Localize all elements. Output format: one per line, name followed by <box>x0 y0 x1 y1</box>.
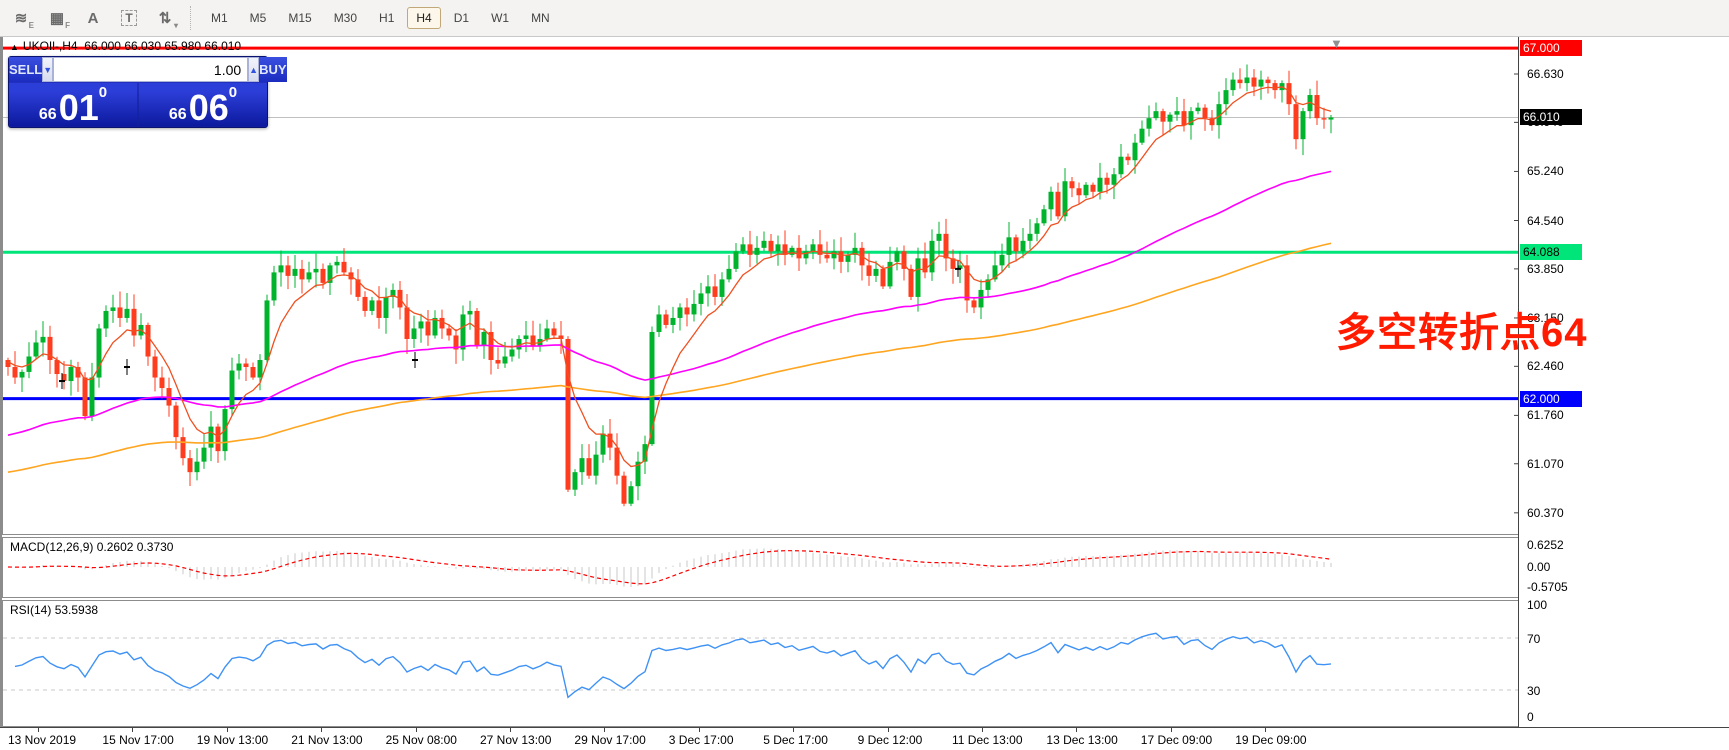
buy-button[interactable]: BUY <box>259 57 287 82</box>
time-axis-label: 5 Dec 17:00 <box>763 733 828 747</box>
toolbar-separator <box>190 6 192 30</box>
time-axis-label: 3 Dec 17:00 <box>668 733 734 747</box>
time-axis-label: 19 Nov 13:00 <box>196 733 269 747</box>
time-axis-tick <box>226 728 228 732</box>
time-axis-tick <box>415 728 417 732</box>
cursor-icon[interactable]: A <box>78 5 108 31</box>
symbol-label: UKOIl-,H4 <box>22 39 78 53</box>
time-axis-label: 29 Nov 17:00 <box>574 733 646 747</box>
toolbar-icons: ≋ E ▦ F A T ⇅ ▾ <box>0 5 180 31</box>
time-axis-tick <box>604 728 606 732</box>
time-axis-tick <box>698 728 700 732</box>
chart-header: ▲ UKOIl-,H4 66.000 66.030 65.980 66.010 <box>10 39 241 53</box>
chart-annotation-text: 多空转折点64 <box>1336 311 1588 355</box>
timeframe-button-h4[interactable]: H4 <box>407 7 441 29</box>
buy-price-main: 66 <box>168 106 187 123</box>
time-axis-tick <box>1076 728 1078 732</box>
time-axis-tick <box>887 728 889 732</box>
time-axis-label: 13 Dec 13:00 <box>1046 733 1118 747</box>
timeframe-buttons: M1 M5 M15 M30 H1 H4 D1 W1 MN <box>200 7 561 29</box>
time-axis-tick <box>1265 728 1267 732</box>
time-axis-label: 25 Nov 08:00 <box>385 733 457 747</box>
timeframe-button-w1[interactable]: W1 <box>482 7 518 29</box>
chart-end-marker-icon[interactable]: ▼ <box>1330 36 1343 51</box>
time-axis-label: 27 Nov 13:00 <box>480 733 552 747</box>
buy-price-point: 0 <box>228 84 238 101</box>
time-axis-label: 11 Dec 13:00 <box>952 733 1023 747</box>
time-axis-label: 13 Nov 2019 <box>8 733 77 747</box>
sell-price-pips: 01 <box>58 87 99 129</box>
grid-icon[interactable]: ▦ F <box>42 5 72 31</box>
sell-price-point: 0 <box>98 84 108 101</box>
collapse-icon[interactable]: ▲ <box>10 42 19 52</box>
rsi-label: RSI(14) 53.5938 <box>10 603 99 617</box>
time-axis-label: 9 Dec 12:00 <box>857 733 923 747</box>
buy-price-pips: 06 <box>188 87 229 129</box>
sell-price-main: 66 <box>38 106 57 123</box>
text-label-icon[interactable]: T <box>114 5 144 31</box>
macd-label: MACD(12,26,9) 0.2602 0.3730 <box>10 540 174 554</box>
time-axis-tick <box>1170 728 1172 732</box>
time-axis-tick <box>510 728 511 732</box>
time-axis-label: 21 Nov 13:00 <box>291 733 363 747</box>
time-axis-tick <box>321 728 323 732</box>
macd-values: 0.2602 0.3730 <box>96 540 174 554</box>
volume-decrease-button[interactable]: ▼ <box>42 57 54 82</box>
window-left-edge <box>0 36 2 727</box>
ohlc-values: 66.000 66.030 65.980 66.010 <box>84 39 242 53</box>
buy-price-tile[interactable]: 66 06 0 <box>139 83 267 126</box>
time-axis-tick <box>982 728 983 732</box>
timeframe-button-m15[interactable]: M15 <box>279 7 320 29</box>
time-axis-label: 19 Dec 09:00 <box>1235 733 1307 747</box>
time-axis[interactable]: 13 Nov 2019 15 Nov 17:00 19 Nov 13:00 21 No… <box>0 727 1729 750</box>
mt4-window: { "toolbar": { "icons": [ {"name":"indic… <box>0 0 1729 750</box>
one-click-trade-panel: SELL ▼ ▲ BUY 66 01 0 66 06 0 <box>8 56 287 128</box>
timeframe-button-m30[interactable]: M30 <box>325 7 366 29</box>
timeframe-button-d1[interactable]: D1 <box>445 7 478 29</box>
timeframe-button-m1[interactable]: M1 <box>202 7 237 29</box>
time-axis-tick <box>38 728 39 732</box>
sell-button[interactable]: SELL <box>9 57 43 82</box>
time-axis-tick <box>132 728 134 732</box>
timeframe-button-h1[interactable]: H1 <box>370 7 403 29</box>
toolbar: ≋ E ▦ F A T ⇅ ▾ M1 M5 M15 M30 H1 H4 D1 W1 MN <box>0 0 1729 37</box>
volume-input[interactable] <box>53 57 249 82</box>
indicators-icon[interactable]: ≋ E <box>6 5 36 31</box>
sort-order-icon[interactable]: ⇅ ▾ <box>150 5 180 31</box>
timeframe-button-m5[interactable]: M5 <box>241 7 276 29</box>
time-axis-label: 15 Nov 17:00 <box>102 733 174 747</box>
sell-price-tile[interactable]: 66 01 0 <box>9 83 137 126</box>
volume-increase-button[interactable]: ▲ <box>248 57 260 82</box>
time-axis-tick <box>793 728 795 732</box>
timeframe-button-mn[interactable]: MN <box>522 7 559 29</box>
time-axis-label: 17 Dec 09:00 <box>1140 733 1213 747</box>
rsi-value: 53.5938 <box>54 603 99 617</box>
